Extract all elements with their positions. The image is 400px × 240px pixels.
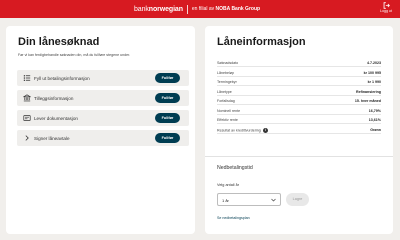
step-label: Signer låneavtale — [34, 135, 70, 141]
loan-info-card: Låneinformasjon Søknadsdato 4.7.2023 Lån… — [205, 26, 393, 234]
step-sign-agreement[interactable]: Signer låneavtale Fullfør — [17, 130, 189, 146]
step-label: Fyll ut betalingsinformasjon — [34, 75, 90, 81]
info-label: Termingebyr — [217, 80, 237, 84]
info-row-effective-rate: Effektiv rente 13,61% — [217, 115, 381, 125]
complete-button[interactable]: Fullfør — [155, 113, 180, 123]
complete-button[interactable]: Fullfør — [155, 93, 180, 103]
document-icon — [23, 115, 31, 121]
info-label: Lånetype — [217, 89, 232, 94]
application-card: Din lånesøknad Før vi kan ferdigbehandle… — [6, 26, 195, 234]
info-row-nominal-rate: Nominell rente 16,79% — [217, 106, 381, 115]
save-button[interactable]: Lagre — [286, 193, 309, 206]
list-icon — [23, 75, 31, 81]
info-value: 16,79% — [368, 108, 381, 113]
brand-subtitle: en filial av NOBA Bank Group — [191, 6, 261, 12]
brand-logo[interactable]: banknorwegian en filial av NOBA Bank Gro… — [134, 4, 260, 14]
info-label: Lånebeløp — [217, 70, 234, 75]
payment-plan-link[interactable]: Se nedbetalingsplan — [217, 216, 250, 220]
info-value: Grønn — [370, 127, 381, 132]
logout-icon — [383, 2, 390, 9]
info-label: Effektiv rente — [217, 118, 238, 122]
bank-icon — [23, 94, 31, 102]
info-label-text: Resultat av kredittvurdering — [217, 127, 261, 132]
info-row-loan-type: Lånetype Refinansiering — [217, 87, 381, 96]
years-select[interactable]: 1 år — [217, 193, 281, 206]
info-row-due-day: Forfallsdag 15. hver måned — [217, 96, 381, 106]
info-label: Resultat av kredittvurdering i — [217, 127, 268, 133]
step-payment-info[interactable]: Fyll ut betalingsinformasjon Fullfør — [17, 70, 189, 86]
info-label: Nominell rente — [217, 108, 241, 113]
info-row-application-date: Søknadsdato 4.7.2023 — [217, 58, 381, 68]
info-value: kr 100 995 — [363, 70, 381, 75]
years-field-label: Velg antall år — [217, 183, 239, 187]
info-value: kr 1 990 — [367, 80, 381, 84]
complete-button[interactable]: Fullfør — [155, 73, 180, 83]
chevron-right-icon — [25, 135, 29, 141]
step-documentation[interactable]: Lever dokumentasjon Fullfør — [17, 110, 189, 126]
info-label: Søknadsdato — [217, 61, 239, 65]
step-label: Lever dokumentasjon — [34, 115, 78, 121]
loan-info-title: Låneinformasjon — [217, 36, 306, 48]
info-row-term-fee: Termingebyr kr 1 990 — [217, 77, 381, 87]
brand-divider — [186, 4, 188, 14]
info-value: 15. hver måned — [354, 99, 381, 103]
step-label: Tilleggsinformasjon — [34, 95, 74, 101]
info-value: 13,61% — [368, 118, 381, 122]
brand-wordmark: banknorwegian — [134, 5, 183, 13]
top-bar: banknorwegian en filial av NOBA Bank Gro… — [0, 0, 400, 18]
down-payment-title: Nedbetalingstid — [217, 165, 253, 171]
years-select-value: 1 år — [222, 198, 229, 203]
logout-button[interactable]: Logg ut — [376, 2, 396, 17]
logout-label: Logg ut — [380, 9, 392, 13]
complete-button[interactable]: Fullfør — [155, 133, 180, 143]
info-label: Forfallsdag — [217, 99, 235, 103]
info-row-loan-amount: Lånebeløp kr 100 995 — [217, 68, 381, 77]
application-subtitle: Før vi kan ferdigbehandle søknaden din, … — [18, 53, 131, 57]
info-value: Refinansiering — [356, 89, 381, 94]
chevron-down-icon — [271, 198, 276, 202]
application-title: Din lånesøknad — [18, 36, 100, 48]
info-icon[interactable]: i — [262, 127, 268, 133]
section-divider — [205, 156, 393, 157]
info-value: 4.7.2023 — [367, 61, 381, 65]
step-additional-info[interactable]: Tilleggsinformasjon Fullfør — [17, 90, 189, 106]
info-row-credit-result: Resultat av kredittvurdering i Grønn — [217, 125, 381, 134]
